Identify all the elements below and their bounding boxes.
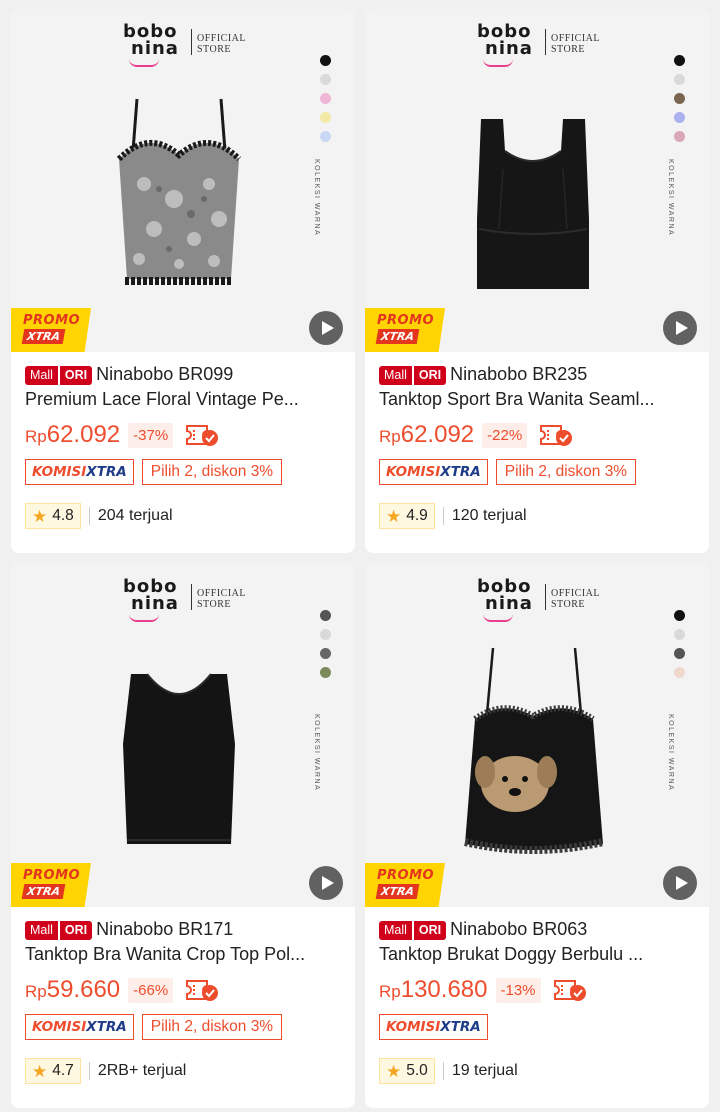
koleksi-warna-label: KOLEKSI WARNA: [313, 714, 320, 792]
color-swatch-dot: [674, 74, 685, 85]
star-icon: ★: [32, 506, 48, 526]
color-swatch-dot: [674, 648, 685, 659]
play-video-button[interactable]: [309, 311, 343, 345]
sold-count: 19 terjual: [451, 1062, 518, 1079]
color-swatch-dot: [320, 629, 331, 640]
voucher-check-icon: [186, 425, 219, 446]
komisi-xtra-badge: KOMISI XTRA: [25, 1014, 134, 1040]
voucher-check-icon: [186, 980, 219, 1001]
play-icon: [676, 321, 688, 335]
sold-count: 120 terjual: [451, 507, 527, 524]
komisi-xtra-badge: KOMISI XTRA: [25, 459, 134, 485]
discount-badge: -66%: [128, 977, 174, 1003]
voucher-check-icon: [553, 980, 586, 1001]
product-garment-image: [116, 98, 242, 285]
star-icon: ★: [32, 1061, 48, 1081]
color-swatch-dot: [320, 74, 331, 85]
product-title-line2[interactable]: Premium Lace Floral Vintage Pe...: [25, 387, 341, 412]
product-image[interactable]: bobo nina OFFICIAL STORE KOLEKSI WARNA PR…: [11, 564, 355, 907]
color-swatch-dot: [674, 55, 685, 66]
sold-count: 204 terjual: [97, 507, 173, 524]
color-swatch-dot: [320, 648, 331, 659]
mall-ori-badge: Mall ORI: [25, 366, 93, 385]
color-swatches: [320, 55, 331, 142]
mall-ori-badge: Mall ORI: [25, 921, 93, 940]
product-price: Rp62.092: [25, 421, 121, 448]
discount-badge: -22%: [482, 422, 528, 448]
play-video-button[interactable]: [309, 866, 343, 900]
product-title-line2[interactable]: Tanktop Bra Wanita Crop Top Pol...: [25, 942, 341, 967]
koleksi-warna-label: KOLEKSI WARNA: [313, 159, 320, 237]
color-swatches: [320, 610, 331, 678]
discount-badge: -37%: [128, 422, 174, 448]
product-price: Rp59.660: [25, 976, 121, 1003]
rating-badge: ★ 4.8: [25, 503, 81, 529]
product-card[interactable]: bobo nina OFFICIAL STORE KOLEKSI WARNA P…: [365, 564, 709, 1108]
color-swatch-dot: [320, 610, 331, 621]
sold-count: 2RB+ terjual: [97, 1062, 187, 1079]
product-grid: bobo nina OFFICIAL STORE KOLEKSI WARNA P…: [0, 0, 720, 1112]
product-title[interactable]: Mall ORI Ninabobo BR063: [379, 917, 695, 942]
product-card[interactable]: bobo nina OFFICIAL STORE KOLEKSI WARNA PR…: [365, 9, 709, 553]
rating-badge: ★ 4.7: [25, 1058, 81, 1084]
color-swatch-dot: [674, 629, 685, 640]
discount-badge: -13%: [495, 977, 541, 1003]
product-title-line2[interactable]: Tanktop Sport Bra Wanita Seaml...: [379, 387, 695, 412]
mall-ori-badge: Mall ORI: [379, 366, 447, 385]
color-swatch-dot: [320, 55, 331, 66]
product-title[interactable]: Mall ORI Ninabobo BR099: [25, 362, 341, 387]
koleksi-warna-label: KOLEKSI WARNA: [667, 714, 674, 792]
voucher-check-icon: [540, 425, 573, 446]
color-swatches: [674, 55, 685, 142]
star-icon: ★: [386, 1061, 402, 1081]
color-swatch-dot: [674, 93, 685, 104]
play-icon: [676, 876, 688, 890]
color-swatches: [674, 610, 685, 678]
product-price: Rp62.092: [379, 421, 475, 448]
color-swatch-dot: [674, 112, 685, 123]
product-title-line2[interactable]: Tanktop Brukat Doggy Berbulu ...: [379, 942, 695, 967]
rating-badge: ★ 5.0: [379, 1058, 435, 1084]
color-swatch-dot: [320, 131, 331, 142]
product-image[interactable]: bobo nina OFFICIAL STORE KOLEKSI WARNA P…: [365, 564, 709, 907]
product-title[interactable]: Mall ORI Ninabobo BR171: [25, 917, 341, 942]
color-swatch-dot: [320, 93, 331, 104]
product-image[interactable]: bobo nina OFFICIAL STORE KOLEKSI WARNA PR…: [365, 9, 709, 352]
product-card[interactable]: bobo nina OFFICIAL STORE KOLEKSI WARNA P…: [11, 9, 355, 553]
product-garment-image: [123, 673, 235, 844]
brand-logo: bobo nina OFFICIAL STORE: [123, 23, 248, 71]
mall-ori-badge: Mall ORI: [379, 921, 447, 940]
rating-badge: ★ 4.9: [379, 503, 435, 529]
promo-xtra-badge: PROMO XTRA: [11, 308, 91, 352]
bundle-discount-tag: Pilih 2, diskon 3%: [495, 459, 637, 485]
product-image[interactable]: bobo nina OFFICIAL STORE KOLEKSI WARNA P…: [11, 9, 355, 352]
product-garment-image: [477, 119, 589, 289]
komisi-xtra-badge: KOMISI XTRA: [379, 1014, 488, 1040]
bundle-discount-tag: Pilih 2, diskon 3%: [141, 1014, 283, 1040]
koleksi-warna-label: KOLEKSI WARNA: [667, 159, 674, 237]
promo-xtra-badge: PROMO XTRA: [365, 863, 445, 907]
color-swatch-dot: [674, 131, 685, 142]
color-swatch-dot: [320, 667, 331, 678]
color-swatch-dot: [320, 112, 331, 123]
product-title[interactable]: Mall ORI Ninabobo BR235: [379, 362, 695, 387]
play-video-button[interactable]: [663, 311, 697, 345]
play-icon: [322, 876, 334, 890]
product-price: Rp130.680: [379, 976, 488, 1003]
star-icon: ★: [386, 506, 402, 526]
brand-logo: bobo nina OFFICIAL STORE: [477, 578, 602, 626]
play-video-button[interactable]: [663, 866, 697, 900]
product-garment-image: [464, 647, 604, 854]
bundle-discount-tag: Pilih 2, diskon 3%: [141, 459, 283, 485]
brand-logo: bobo nina OFFICIAL STORE: [477, 23, 602, 71]
promo-xtra-badge: PROMO XTRA: [365, 308, 445, 352]
color-swatch-dot: [674, 667, 685, 678]
play-icon: [322, 321, 334, 335]
komisi-xtra-badge: KOMISI XTRA: [379, 459, 488, 485]
product-card[interactable]: bobo nina OFFICIAL STORE KOLEKSI WARNA PR…: [11, 564, 355, 1108]
promo-xtra-badge: PROMO XTRA: [11, 863, 91, 907]
brand-logo: bobo nina OFFICIAL STORE: [123, 578, 248, 626]
color-swatch-dot: [674, 610, 685, 621]
